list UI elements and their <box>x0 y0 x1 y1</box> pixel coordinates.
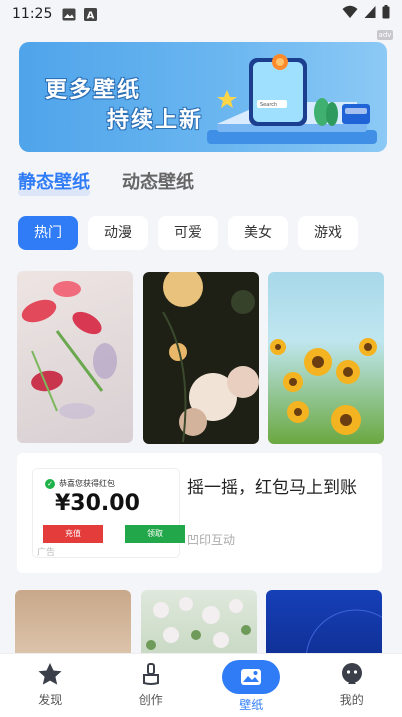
wallpaper-type-tabs: 静态壁纸 动态壁纸 <box>18 168 194 196</box>
wallpaper-thumbnail-tulips[interactable] <box>17 271 133 443</box>
promo-banner[interactable]: 更多壁纸 持续上新 Search <box>19 42 387 152</box>
banner-line1: 更多壁纸 <box>45 78 142 103</box>
wallpaper-thumbnail-beige[interactable] <box>15 590 131 660</box>
ad-button-recharge[interactable]: 充值 <box>43 525 103 543</box>
wallpaper-thumbnail-roses[interactable] <box>143 272 259 444</box>
ad-amount: ¥30.00 <box>55 491 140 516</box>
ad-brand: 凹印互动 <box>187 533 236 547</box>
category-chips: 热门 动漫 可爱 美女 游戏 <box>18 216 402 250</box>
svg-text:A: A <box>87 10 95 21</box>
profile-icon <box>340 662 364 689</box>
a-icon: A <box>84 7 98 21</box>
chip-anime[interactable]: 动漫 <box>88 216 148 250</box>
bottom-nav: 发现 创作 壁纸 我的 <box>0 653 402 717</box>
wallpaper-thumbnail-blue[interactable] <box>266 590 382 660</box>
ad-source-label: 广告 <box>37 548 56 558</box>
nav-wallpaper[interactable]: 壁纸 <box>201 654 302 717</box>
ad-title: 摇一摇，红包马上到账 <box>187 478 357 498</box>
ad-image[interactable]: ✓ 恭喜您获得红包 ¥30.00 充值 领取 广告 <box>33 469 185 558</box>
chip-game[interactable]: 游戏 <box>298 216 358 250</box>
ad-button-claim[interactable]: 领取 <box>125 525 185 543</box>
wallpaper-thumbnail-flower-field[interactable] <box>141 590 257 660</box>
ad-image-caption: 恭喜您获得红包 <box>59 479 115 488</box>
image-icon <box>62 8 76 21</box>
tab-static-wallpaper[interactable]: 静态壁纸 <box>18 168 90 196</box>
nav-create[interactable]: 创作 <box>101 654 202 717</box>
check-icon: ✓ <box>45 478 55 489</box>
chip-hot[interactable]: 热门 <box>18 216 78 250</box>
wallpaper-icon <box>222 660 281 694</box>
star-icon <box>37 662 63 689</box>
nav-profile-label: 我的 <box>339 693 364 707</box>
nav-wallpaper-label: 壁纸 <box>239 698 264 712</box>
tab-dynamic-wallpaper[interactable]: 动态壁纸 <box>122 168 194 194</box>
status-bar: 11:25 A <box>0 0 402 28</box>
wifi-icon <box>342 5 358 23</box>
nav-profile[interactable]: 我的 <box>302 654 402 717</box>
signal-icon <box>364 5 376 23</box>
brush-icon <box>140 662 162 689</box>
status-time: 11:25 <box>12 6 53 22</box>
banner-phone-search: Search <box>260 102 277 108</box>
nav-discover-label: 发现 <box>38 693 63 707</box>
ad-tag: adv <box>377 30 393 40</box>
chip-beauty[interactable]: 美女 <box>228 216 288 250</box>
ad-image-header: ✓ 恭喜您获得红包 <box>45 478 115 489</box>
battery-icon <box>382 5 390 23</box>
nav-discover[interactable]: 发现 <box>0 654 101 717</box>
nav-create-label: 创作 <box>138 693 163 707</box>
chip-cute[interactable]: 可爱 <box>158 216 218 250</box>
banner-illustration: Search <box>207 54 377 144</box>
wallpaper-thumbnail-sunflowers[interactable] <box>268 272 384 444</box>
ad-card[interactable]: ✓ 恭喜您获得红包 ¥30.00 充值 领取 广告 摇一摇，红包马上到账 凹印互… <box>17 453 382 573</box>
